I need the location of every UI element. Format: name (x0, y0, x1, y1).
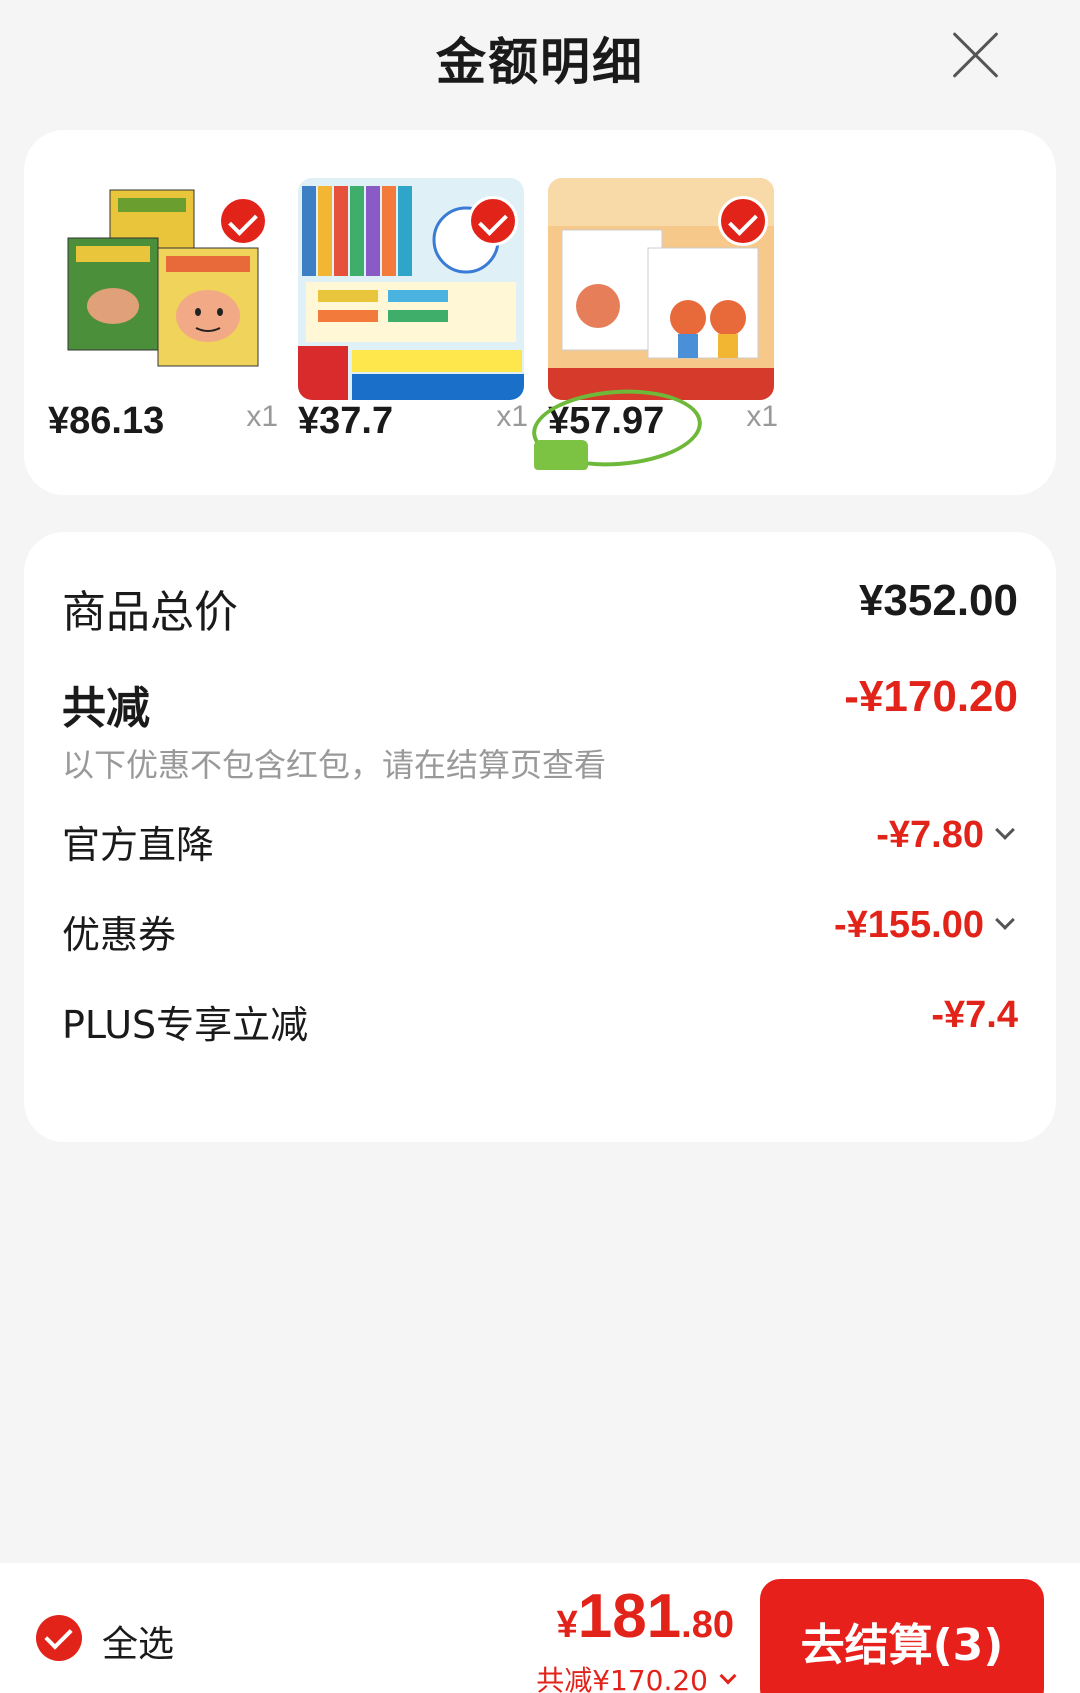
product-quantity: x1 (496, 400, 528, 433)
chevron-down-icon[interactable] (995, 910, 1015, 930)
total-price-label: 商品总价 (62, 587, 238, 638)
selected-check-icon[interactable] (468, 196, 518, 246)
saved-amount-toggle[interactable]: 共减¥170.20 (536, 1659, 737, 1693)
product-item[interactable]: ¥86.13 x1 (48, 178, 278, 458)
discount-item-official[interactable]: 官方直降 -¥7.80 (62, 814, 1018, 868)
checkout-bar: 全选 ¥181.80 共减¥170.20 去结算(3) (0, 1563, 1080, 1693)
product-price: ¥86.13 (48, 400, 165, 442)
currency-symbol: ¥ (556, 1604, 578, 1646)
product-quantity: x1 (746, 400, 778, 433)
chevron-down-icon[interactable] (719, 1667, 737, 1685)
discount-item-plus: PLUS专享立减 -¥7.4 (62, 994, 1018, 1048)
product-item[interactable]: ¥37.7 x1 (298, 178, 528, 458)
discount-item-label: 官方直降 (62, 823, 215, 867)
total-price-row: 商品总价 ¥352.00 (62, 576, 1018, 638)
product-price: ¥37.7 (298, 400, 394, 442)
select-all-label[interactable]: 全选 (102, 1615, 174, 1667)
price-details-card: 商品总价 ¥352.00 共减 -¥170.20 以下优惠不包含红包，请在结算页… (24, 532, 1056, 1142)
discount-item-coupon[interactable]: 优惠券 -¥155.00 (62, 904, 1018, 958)
discount-item-label: 优惠券 (62, 913, 177, 957)
book-tag-icon (534, 440, 588, 470)
selected-check-icon[interactable] (218, 196, 268, 246)
total-integer: 181 (577, 1582, 682, 1651)
discount-item-value: -¥7.4 (931, 994, 1018, 1036)
select-all-check-icon[interactable] (36, 1615, 82, 1661)
product-list-card: ¥86.13 x1 ¥37.7 x1 ¥57.97 x1 (24, 130, 1056, 495)
checkout-button[interactable]: 去结算(3) (760, 1579, 1044, 1693)
discount-note: 以下优惠不包含红包，请在结算页查看 (62, 746, 607, 784)
payable-total: ¥181.80 (557, 1581, 734, 1652)
total-decimal: .80 (681, 1604, 734, 1646)
page-title: 金额明细 (436, 33, 644, 91)
discount-total-value: -¥170.20 (844, 672, 1018, 721)
saved-amount: 共减¥170.20 (536, 1664, 708, 1693)
selected-check-icon[interactable] (718, 196, 768, 246)
product-item[interactable]: ¥57.97 x1 (529, 178, 778, 472)
discount-total-row: 共减 -¥170.20 (62, 672, 1018, 734)
close-icon[interactable] (950, 30, 1000, 80)
discount-item-value: -¥155.00 (834, 904, 1015, 947)
discount-item-label: PLUS专享立减 (62, 1003, 309, 1047)
chevron-down-icon[interactable] (995, 820, 1015, 840)
total-price-value: ¥352.00 (858, 576, 1018, 625)
discount-total-label: 共减 (62, 683, 150, 734)
discount-note-row: 以下优惠不包含红包，请在结算页查看 (62, 740, 1018, 784)
product-quantity: x1 (246, 400, 278, 433)
discount-item-value: -¥7.80 (876, 814, 1015, 857)
